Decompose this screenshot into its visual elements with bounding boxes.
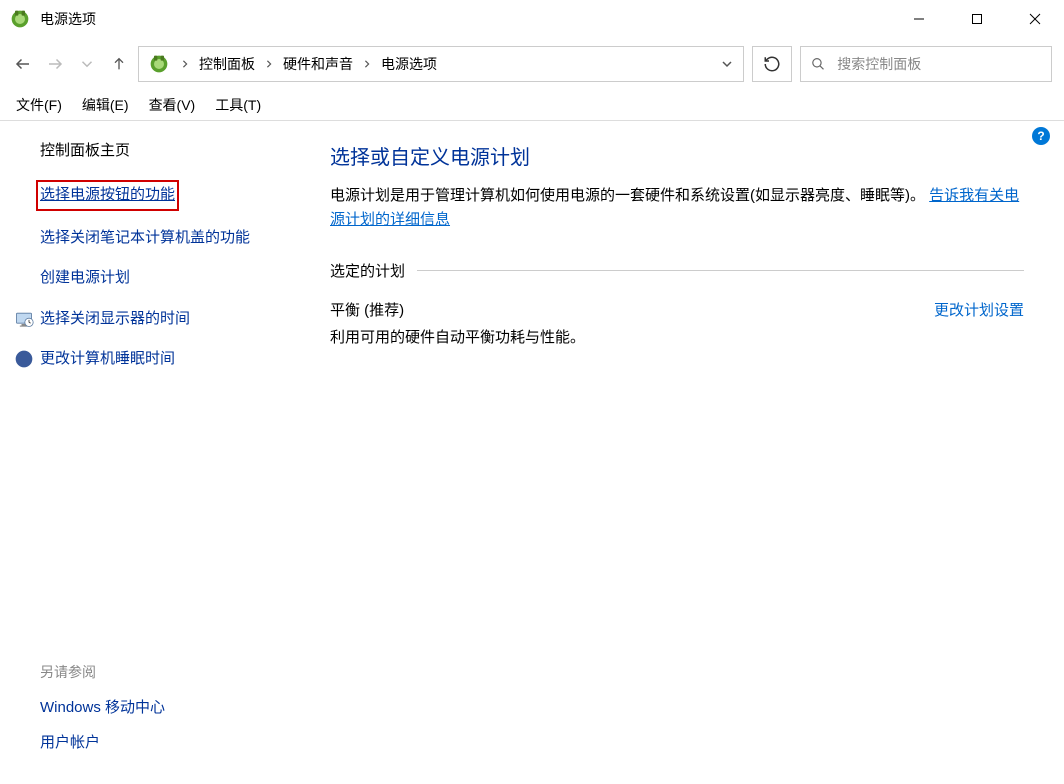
navigation-bar: 控制面板 硬件和声音 电源选项 xyxy=(0,38,1064,90)
search-icon xyxy=(811,56,825,72)
moon-icon xyxy=(14,349,34,369)
selected-plan-label: 选定的计划 xyxy=(330,260,405,281)
see-also-header: 另请参阅 xyxy=(40,662,280,682)
forward-button[interactable] xyxy=(44,53,66,75)
breadcrumb-control-panel[interactable]: 控制面板 xyxy=(195,52,259,76)
body: 控制面板主页 选择电源按钮的功能 选择关闭笔记本计算机盖的功能 创建电源计划 选… xyxy=(0,121,1064,784)
sidebar-link-sleep-time[interactable]: 更改计算机睡眠时间 xyxy=(40,348,175,371)
sidebar-link-close-lid[interactable]: 选择关闭笔记本计算机盖的功能 xyxy=(40,227,280,250)
selected-plan-section: 选定的计划 xyxy=(330,260,1024,281)
up-button[interactable] xyxy=(108,53,130,75)
see-also-user-accounts[interactable]: 用户帐户 xyxy=(40,731,280,752)
close-button[interactable] xyxy=(1006,0,1064,38)
maximize-button[interactable] xyxy=(948,0,1006,38)
title-bar: 电源选项 xyxy=(0,0,1064,38)
menu-file[interactable]: 文件(F) xyxy=(12,93,66,117)
refresh-button[interactable] xyxy=(752,46,792,82)
menu-view[interactable]: 查看(V) xyxy=(145,93,200,117)
address-bar[interactable]: 控制面板 硬件和声音 电源选项 xyxy=(138,46,744,82)
plan-name: 平衡 (推荐) xyxy=(330,299,404,320)
chevron-right-icon[interactable] xyxy=(177,60,193,68)
menu-edit[interactable]: 编辑(E) xyxy=(78,93,133,117)
window-controls xyxy=(890,0,1064,38)
recent-dropdown[interactable] xyxy=(76,53,98,75)
monitor-icon xyxy=(14,309,34,329)
menu-bar: 文件(F) 编辑(E) 查看(V) 工具(T) xyxy=(0,90,1064,120)
sidebar-link-create-plan[interactable]: 创建电源计划 xyxy=(40,267,280,290)
sidebar-link-display-off[interactable]: 选择关闭显示器的时间 xyxy=(40,308,190,331)
breadcrumb-power-options[interactable]: 电源选项 xyxy=(377,52,441,76)
divider xyxy=(417,270,1024,271)
sidebar: 控制面板主页 选择电源按钮的功能 选择关闭笔记本计算机盖的功能 创建电源计划 选… xyxy=(0,121,300,784)
plan-row: 平衡 (推荐) 更改计划设置 xyxy=(330,299,1024,320)
sidebar-link-power-button[interactable]: 选择电源按钮的功能 xyxy=(38,182,177,209)
search-input[interactable] xyxy=(835,55,1041,73)
back-button[interactable] xyxy=(12,53,34,75)
see-also-mobility-center[interactable]: Windows 移动中心 xyxy=(40,696,280,717)
page-description: 电源计划是用于管理计算机如何使用电源的一套硬件和系统设置(如显示器亮度、睡眠等)… xyxy=(330,184,1024,232)
chevron-right-icon[interactable] xyxy=(261,60,277,68)
page-heading: 选择或自定义电源计划 xyxy=(330,141,1024,170)
sidebar-home-link[interactable]: 控制面板主页 xyxy=(40,139,280,160)
breadcrumb-hardware-sound[interactable]: 硬件和声音 xyxy=(279,52,357,76)
help-icon[interactable]: ? xyxy=(1032,127,1050,145)
main-content: ? 选择或自定义电源计划 电源计划是用于管理计算机如何使用电源的一套硬件和系统设… xyxy=(300,121,1064,784)
change-plan-settings-link[interactable]: 更改计划设置 xyxy=(934,299,1024,320)
plan-description: 利用可用的硬件自动平衡功耗与性能。 xyxy=(330,326,1024,347)
search-box[interactable] xyxy=(800,46,1052,82)
window-title: 电源选项 xyxy=(40,9,96,29)
chevron-right-icon[interactable] xyxy=(359,60,375,68)
minimize-button[interactable] xyxy=(890,0,948,38)
address-dropdown[interactable] xyxy=(715,59,739,69)
menu-tools[interactable]: 工具(T) xyxy=(211,93,265,117)
power-options-icon xyxy=(10,9,30,29)
power-options-icon xyxy=(149,54,169,74)
